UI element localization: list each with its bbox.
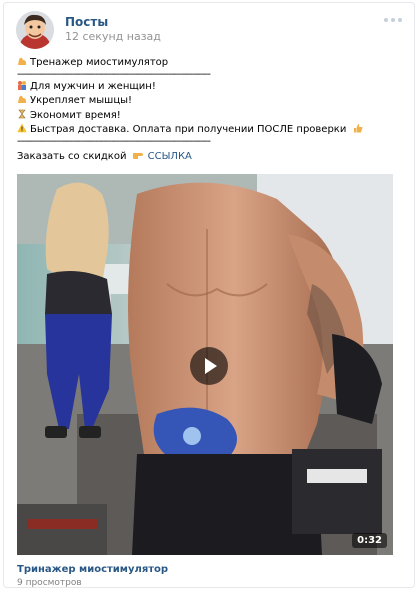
muscle-icon: [18, 95, 26, 103]
play-button[interactable]: [190, 347, 228, 385]
bullet-line: Экономит время!: [17, 109, 402, 124]
more-options-button[interactable]: [384, 15, 404, 25]
post-title-line: Тренажер миостимулятор: [17, 56, 402, 71]
dot-icon: [398, 18, 402, 22]
order-link[interactable]: ССЫЛКА: [148, 151, 192, 162]
bullet-text: Экономит время!: [30, 109, 121, 121]
bullet-line: Быстрая доставка. Оплата при получении П…: [17, 123, 402, 138]
dot-icon: [384, 18, 388, 22]
muscle-icon: [18, 57, 26, 65]
bullet-text: Укрепляет мышцы!: [30, 95, 133, 106]
order-text: Заказать со скидкой: [17, 150, 127, 162]
post-title: Тренажер миостимулятор: [30, 57, 169, 68]
pointing-right-icon: [132, 152, 143, 159]
bullet-line: Укрепляет мышцы!: [17, 94, 402, 109]
warning-icon: [17, 123, 27, 133]
post-text: Тренажер миостимулятор -----------------…: [17, 56, 402, 164]
bullet-text: Быстрая доставка. Оплата при получении П…: [30, 124, 347, 135]
order-line: Заказать со скидкой ССЫЛКА: [17, 150, 402, 165]
post-author[interactable]: Посты: [65, 15, 108, 29]
bullet-line: Для мужчин и женщин!: [17, 80, 402, 95]
separator: ----------------------------------------…: [17, 70, 211, 80]
video-player[interactable]: 0:32: [17, 174, 393, 555]
dot-icon: [391, 18, 395, 22]
thumbs-up-icon: [353, 124, 363, 133]
couple-icon: [18, 80, 26, 90]
video-views: 9 просмотров: [17, 578, 82, 588]
hourglass-icon: [18, 109, 26, 118]
separator: ----------------------------------------…: [17, 137, 211, 147]
post-card: Посты 12 секунд назад Тренажер миостимул…: [3, 2, 415, 588]
avatar[interactable]: [16, 11, 54, 49]
video-title[interactable]: Тринажер миостимулятор: [17, 564, 168, 575]
post-timestamp[interactable]: 12 секунд назад: [65, 30, 161, 43]
bullet-text: Для мужчин и женщин!: [30, 80, 156, 92]
video-duration: 0:32: [352, 533, 387, 548]
